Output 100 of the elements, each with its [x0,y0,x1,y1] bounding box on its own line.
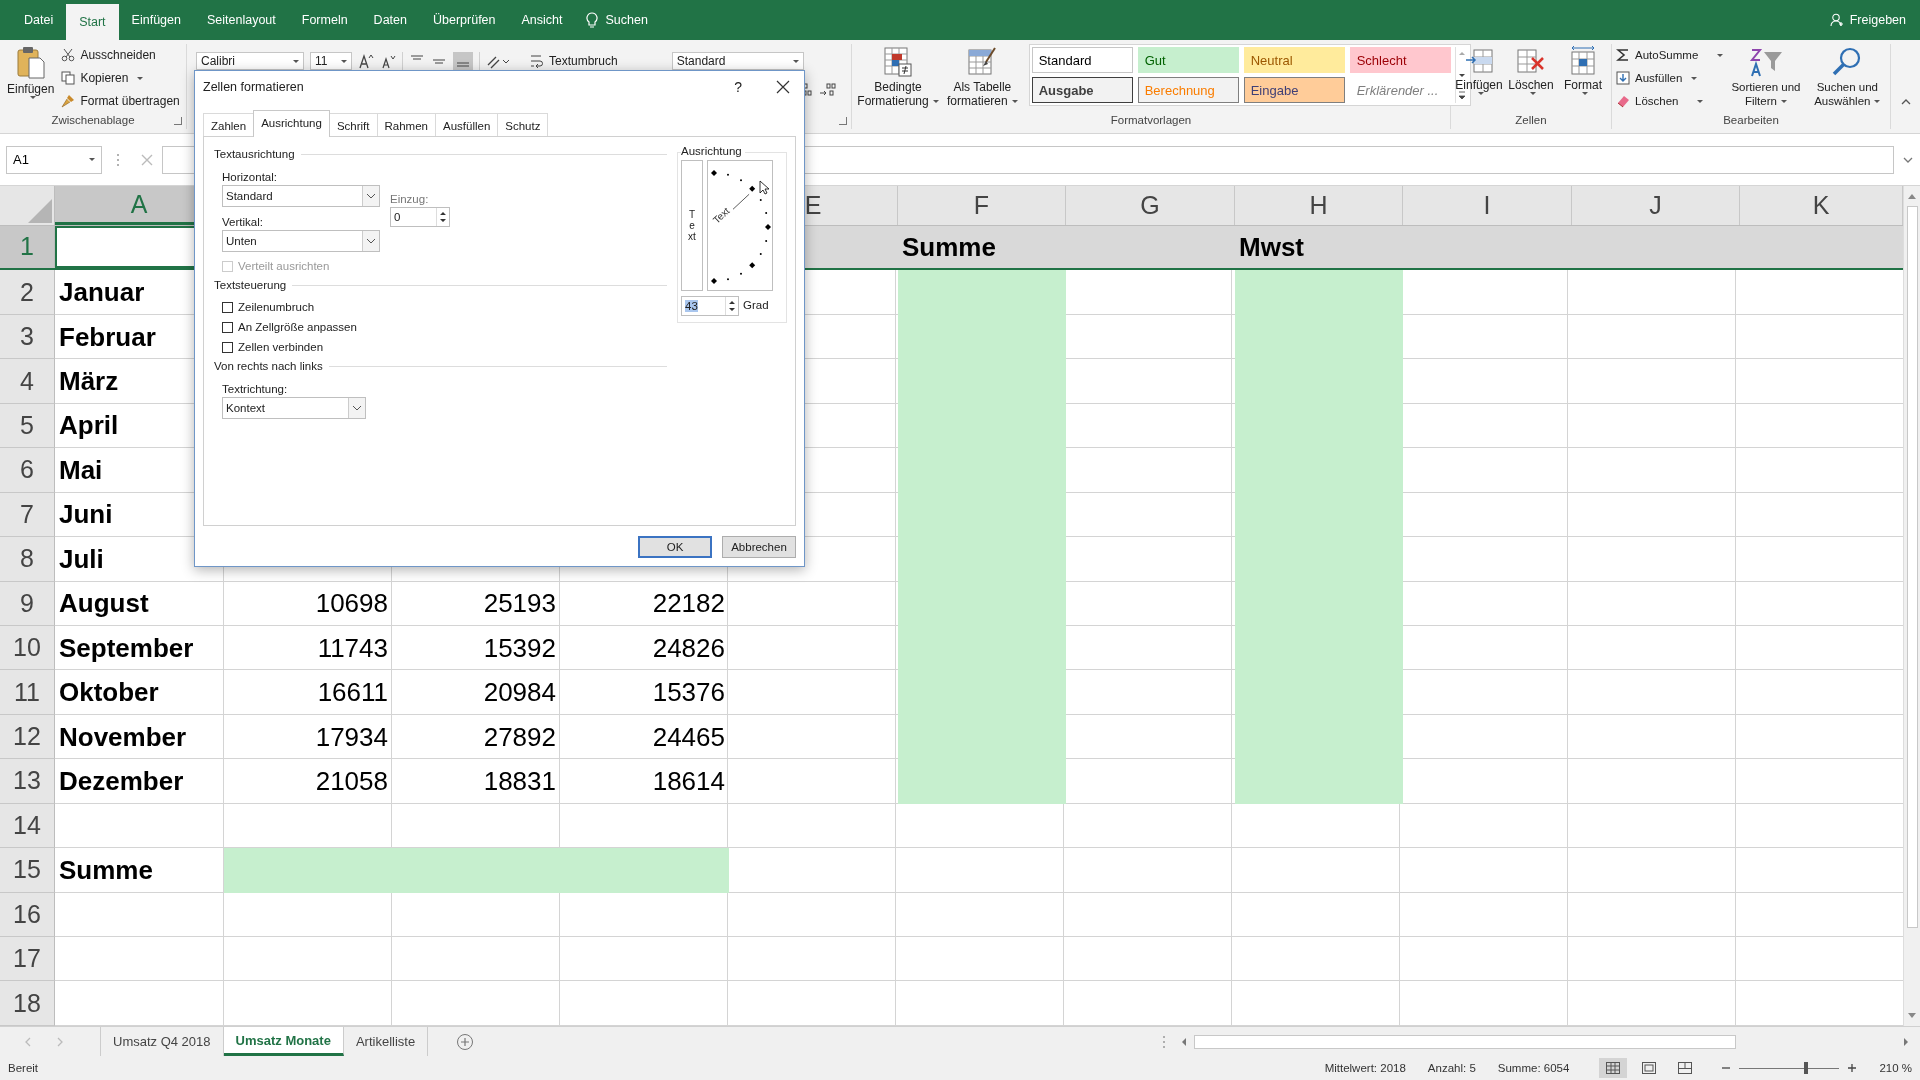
insert-cells-button[interactable]: Einfügen [1455,44,1503,97]
autosum-button[interactable]: AutoSumme [1616,45,1724,65]
horizontal-dropdown[interactable]: Standard [222,185,380,207]
row-header[interactable]: 14 [0,803,55,849]
table-cell[interactable]: September [55,625,224,671]
row-header[interactable]: 6 [0,448,55,493]
row-header[interactable]: 2 [0,270,55,315]
table-cell[interactable] [224,848,392,893]
orientation-dial[interactable]: Text [707,160,773,291]
conditional-formatting-button[interactable]: Bedingte Formatierung [856,44,940,110]
checkbox[interactable] [222,301,233,313]
delete-cells-button[interactable]: Löschen [1507,44,1555,97]
previous-sheet-icon[interactable] [24,1036,32,1047]
row-header[interactable]: 4 [0,359,55,404]
row-header[interactable]: 12 [0,714,55,760]
dialog-launcher-icon[interactable] [839,117,847,125]
dialog-tab[interactable]: Ausrichtung [253,110,330,137]
column-header[interactable]: J [1572,186,1740,225]
splitter-dots-icon[interactable] [1162,1034,1166,1049]
table-cell[interactable]: 24465 [560,714,729,760]
number-format-dropdown[interactable]: Standard [671,52,804,70]
sheet-tab[interactable]: Umsatz Monate [223,1027,344,1056]
ribbon-tab[interactable]: Einfügen [118,0,194,40]
share-button[interactable]: Freigeben [1829,0,1906,40]
ribbon-tab[interactable]: Formeln [288,0,361,40]
decrease-decimal-icon[interactable] [819,82,837,98]
cell-style[interactable]: Schlecht [1349,47,1451,73]
help-button[interactable]: ? [734,79,742,95]
table-cell[interactable]: Dezember [55,759,224,804]
dialog-launcher-icon[interactable] [174,117,182,125]
table-cell[interactable]: Summe [898,226,1066,269]
table-cell[interactable]: 27892 [392,714,560,760]
table-cell[interactable]: 18831 [392,759,560,804]
scroll-right-icon[interactable] [1902,1036,1910,1047]
table-cell[interactable]: Mwst [1235,226,1403,269]
wrap-text-button[interactable]: Textumbruch [530,51,618,71]
cut-button[interactable]: Ausschneiden [61,45,180,65]
row-header[interactable]: 16 [0,892,55,937]
table-cell[interactable]: 18614 [560,759,729,804]
normal-view-button[interactable] [1599,1058,1628,1078]
table-cell[interactable]: 20984 [392,670,560,715]
table-cell[interactable]: 25193 [392,581,560,626]
scroll-up-icon[interactable] [1907,192,1917,200]
format-as-table-button[interactable]: Als Tabelle formatieren [944,44,1021,110]
ribbon-tab[interactable]: Seitenlayout [193,0,289,40]
copy-button[interactable]: Kopieren [61,68,180,88]
ribbon-tab[interactable]: Überprüfen [419,0,509,40]
cell-style[interactable]: Standard [1031,47,1133,73]
cell-style[interactable]: Ausgabe [1031,77,1133,103]
table-cell[interactable]: 15376 [560,670,729,715]
ribbon-tab[interactable]: Daten [360,0,420,40]
name-box[interactable]: A1 [6,145,102,174]
shrink-font-icon[interactable] [380,53,396,69]
grow-font-icon[interactable] [358,53,374,69]
column-header[interactable]: H [1235,186,1403,225]
table-cell[interactable]: 21058 [224,759,392,804]
scroll-left-icon[interactable] [1180,1036,1188,1047]
collapse-ribbon-icon[interactable] [1900,97,1912,105]
table-cell[interactable] [560,848,729,893]
cell-style[interactable]: Neutral [1243,47,1345,73]
font-size-dropdown[interactable]: 11 [310,52,352,70]
table-cell[interactable]: 16611 [224,670,392,715]
table-cell[interactable]: November [55,714,224,760]
zoom-in-icon[interactable] [1847,1063,1858,1073]
format-painter-button[interactable]: Format übertragen [61,91,180,111]
cancel-icon[interactable] [140,152,154,167]
table-cell[interactable]: 15392 [392,625,560,671]
cell-style[interactable]: Gut [1137,47,1239,73]
vertical-dropdown[interactable]: Unten [222,230,380,252]
table-cell[interactable] [898,759,1066,804]
table-cell[interactable] [1235,270,1403,315]
row-header[interactable]: 11 [0,670,55,715]
table-cell[interactable] [898,270,1066,315]
table-cell[interactable]: Oktober [55,670,224,715]
next-sheet-icon[interactable] [56,1036,64,1047]
expand-icon[interactable] [1902,155,1914,164]
add-sheet-icon[interactable] [456,1032,475,1051]
clear-button[interactable]: Löschen [1616,91,1724,111]
cell-style[interactable]: Eingabe [1243,77,1345,103]
row-header[interactable]: 5 [0,403,55,449]
ok-button[interactable]: OK [638,536,712,558]
search-input[interactable]: Suchen [603,12,688,28]
checkbox[interactable] [222,321,233,333]
row-header[interactable]: 13 [0,759,55,804]
row-header[interactable]: 18 [0,981,55,1026]
column-header[interactable]: G [1066,186,1235,225]
indent-spinner[interactable]: 0 [390,207,450,227]
font-family-dropdown[interactable]: Calibri [196,52,304,70]
find-select-button[interactable]: Suchen und Auswählen [1808,44,1886,110]
fill-button[interactable]: Ausfüllen [1616,68,1724,88]
row-header[interactable]: 17 [0,937,55,982]
format-cells-button[interactable]: Format [1559,44,1607,97]
cancel-button[interactable]: Abbrechen [722,536,796,558]
table-cell[interactable] [1235,759,1403,804]
ribbon-tab[interactable]: Datei [11,0,67,40]
paste-button[interactable]: Einfügen [4,44,58,101]
close-icon[interactable] [776,80,790,94]
vertical-text-button[interactable]: Text [681,160,703,291]
table-cell[interactable]: 24826 [560,625,729,671]
table-cell[interactable]: August [55,581,224,626]
